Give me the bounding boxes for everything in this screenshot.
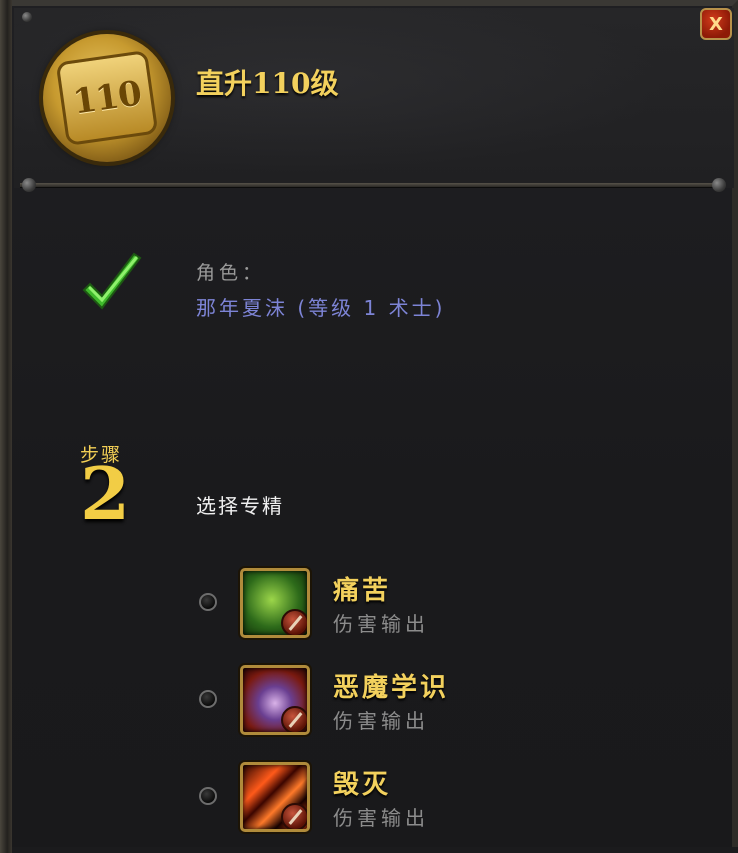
damage-role-icon	[281, 706, 307, 732]
radio-button[interactable]	[199, 593, 217, 611]
demonology-icon	[240, 665, 310, 735]
header-divider	[20, 183, 725, 188]
affliction-icon	[240, 568, 310, 638]
spec-option-destruction[interactable]: 毁灭 伤害输出	[196, 762, 676, 836]
spec-option-affliction[interactable]: 痛苦 伤害输出	[196, 568, 676, 642]
spec-name: 毁灭	[333, 770, 392, 800]
character-label: 角色：	[196, 262, 266, 284]
spec-name: 痛苦	[333, 576, 392, 606]
spec-name: 恶魔学识	[333, 673, 450, 703]
badge-number: 110	[70, 73, 144, 123]
step-number: 2	[80, 451, 131, 536]
radio-button[interactable]	[199, 787, 217, 805]
step-title: 选择专精	[196, 494, 284, 518]
spec-role: 伤害输出	[333, 612, 429, 636]
rivet-right	[712, 178, 726, 192]
character-value: 那年夏沫 (等级 1 术士)	[196, 296, 446, 320]
close-icon: X	[709, 13, 723, 35]
damage-role-icon	[281, 609, 307, 635]
rivet-left	[22, 178, 36, 192]
page-title: 直升110级	[196, 67, 339, 100]
spec-option-demonology[interactable]: 恶魔学识 伤害输出	[196, 665, 676, 739]
spec-role: 伤害输出	[333, 806, 429, 830]
checkmark-icon	[82, 252, 142, 310]
level-110-badge-icon: 110	[43, 34, 171, 162]
destruction-icon	[240, 762, 310, 832]
spec-role: 伤害输出	[333, 709, 429, 733]
radio-button[interactable]	[199, 690, 217, 708]
badge-plate: 110	[55, 50, 159, 146]
damage-role-icon	[281, 803, 307, 829]
rivet-top-left	[22, 12, 32, 22]
close-button[interactable]: X	[700, 8, 732, 40]
